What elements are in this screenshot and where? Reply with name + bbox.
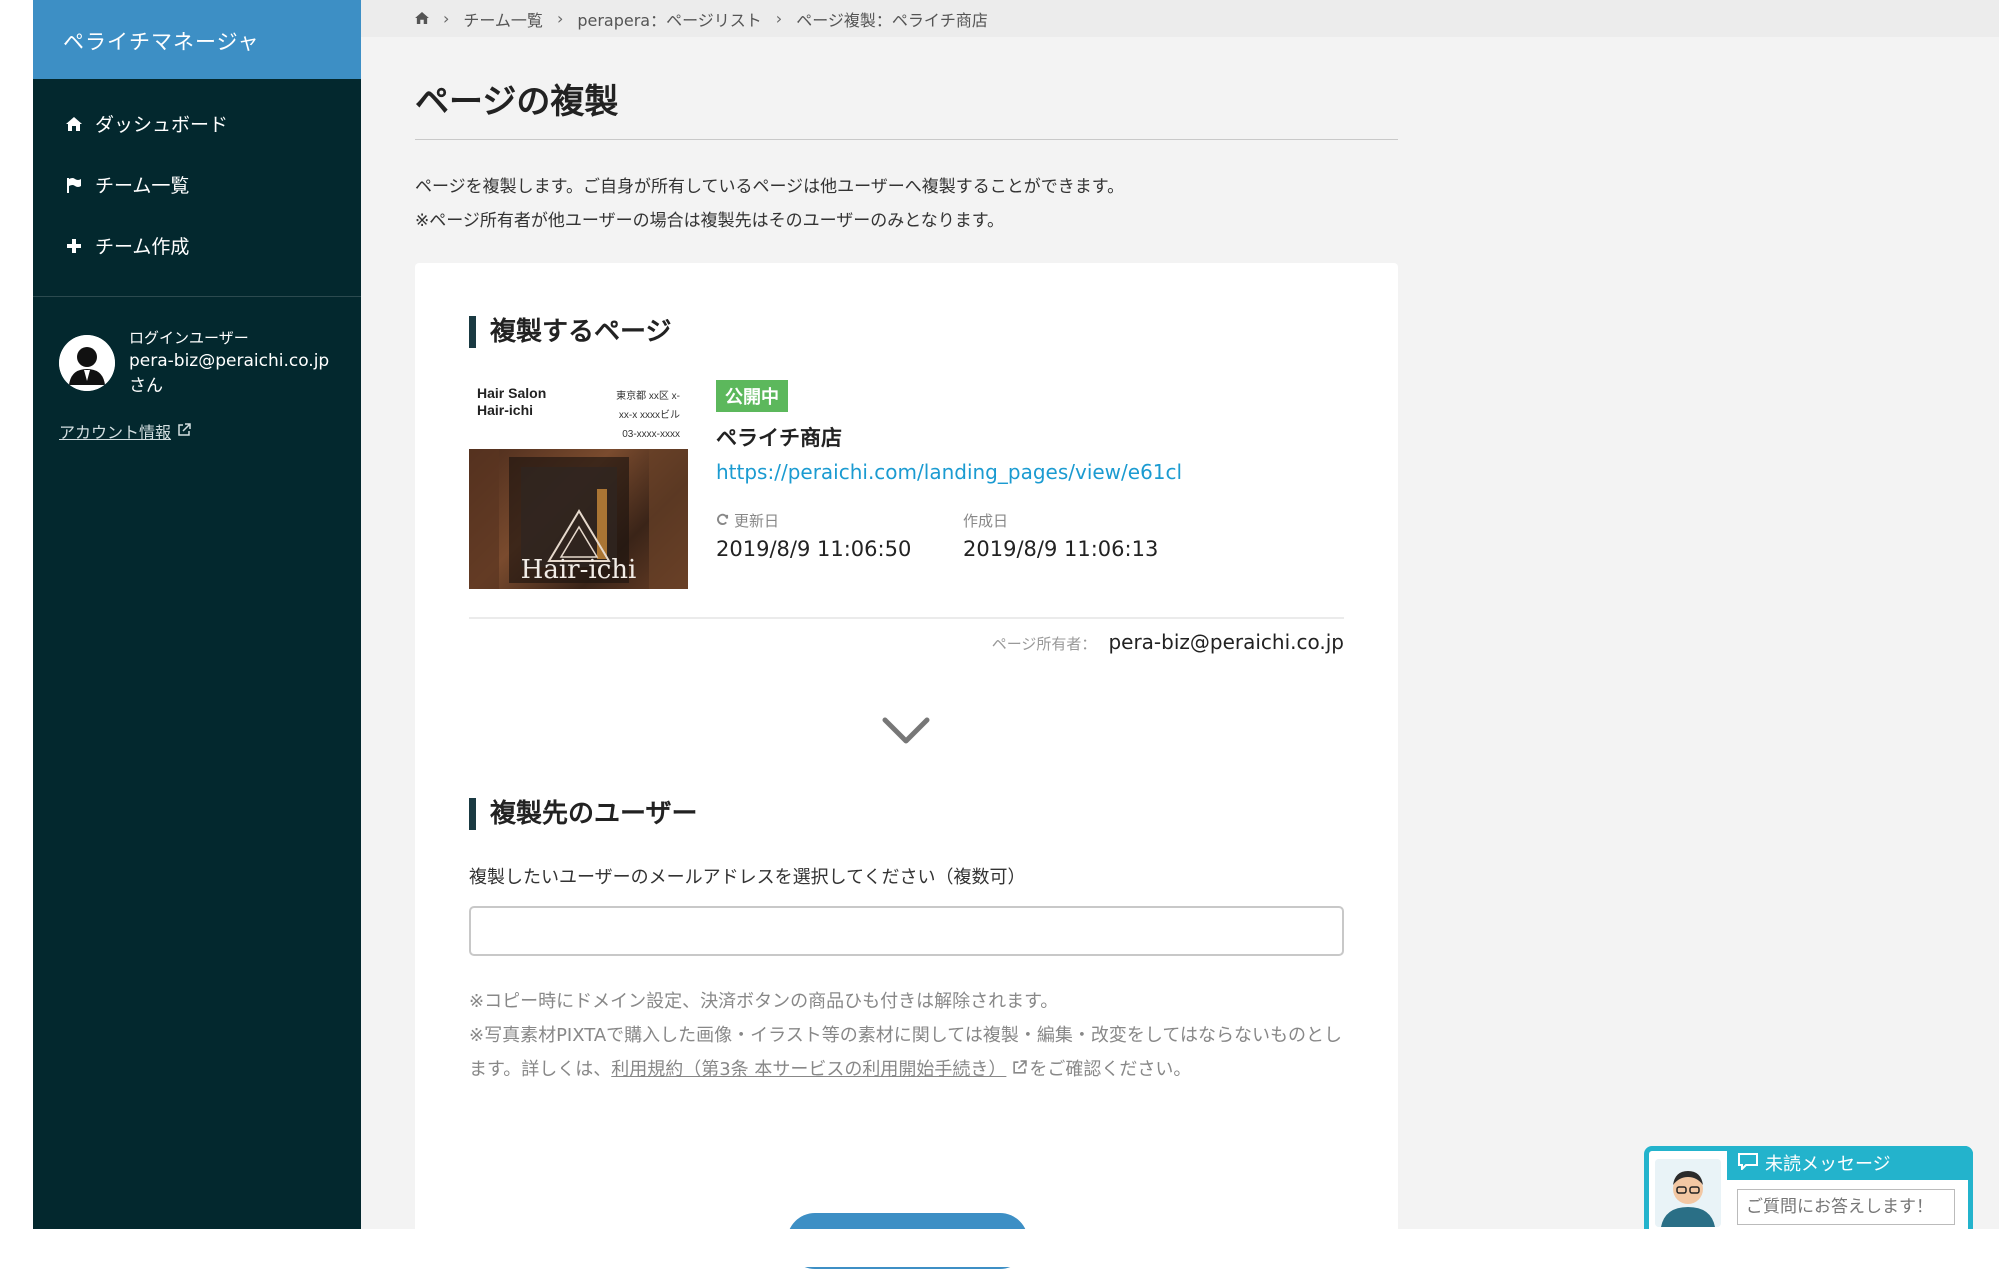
note-line: ※写真素材PIXTAで購入した画像・イラスト等の素材に関しては複製・編集・改変を…	[469, 1019, 1344, 1087]
thumbnail-header: Hair Salon Hair-ichi 東京都 xx区 x- xx-x xxx…	[469, 377, 688, 449]
chat-title: 未読メッセージ	[1765, 1154, 1891, 1175]
chevron-right-icon: ›	[556, 9, 564, 28]
note-text: をご確認ください。	[1029, 1059, 1192, 1080]
breadcrumb-item-current: ページ複製：ペライチ商店	[796, 10, 988, 30]
chat-header[interactable]: 未読メッセージ	[1727, 1146, 1973, 1180]
created-value: 2019/8/9 11:06:13	[963, 537, 1159, 561]
user-info: ログインユーザー pera-biz@peraichi.co.jp さん	[129, 327, 361, 399]
avatar	[59, 335, 115, 391]
note-line: ※コピー時にドメイン設定、決済ボタンの商品ひも付きは解除されます。	[469, 991, 1059, 1012]
chat-widget[interactable]: 未読メッセージ	[1644, 1146, 1973, 1229]
user-caption: ログインユーザー	[129, 329, 249, 347]
breadcrumb-item-page-list[interactable]: perapera：ページリスト	[577, 7, 761, 31]
thumbnail-salon-name: Hair Salon Hair-ichi	[477, 385, 546, 419]
thumbnail-text: xx-x xxxxビル	[618, 410, 680, 421]
owner-label: ページ所有者：	[991, 635, 1097, 653]
chat-input[interactable]	[1737, 1189, 1955, 1225]
account-info-link[interactable]: アカウント情報	[59, 419, 191, 443]
sidebar-item-label: チーム作成	[95, 236, 190, 258]
thumbnail-text: 東京都 xx区 x-	[616, 391, 680, 402]
dest-section-title: 複製先のユーザー	[469, 798, 697, 830]
notes: ※コピー時にドメイン設定、決済ボタンの商品ひも付きは解除されます。 ※写真素材P…	[469, 985, 1344, 1087]
thumbnail-photo: Hair-ichi	[469, 449, 688, 589]
created-label: 作成日	[963, 512, 1009, 530]
thumbnail-logo: Hair-ichi	[520, 555, 637, 585]
user-suffix: さん	[129, 376, 163, 396]
home-icon[interactable]	[415, 9, 429, 28]
thumbnail-address: 東京都 xx区 x- xx-x xxxxビル 03-xxxx-xxxx	[616, 387, 680, 444]
thumbnail-text: Hair Salon	[477, 385, 547, 401]
description-line: ページを複製します。ご自身が所有しているページは他ユーザーへ複製することができま…	[415, 177, 1125, 197]
app-root: ペライチマネージャ ダッシュボード チーム一覧 チーム作成 ログインユーザー p…	[0, 0, 1999, 1269]
updated-value: 2019/8/9 11:06:50	[716, 537, 912, 561]
description-line: ※ページ所有者が他ユーザーの場合は複製先はそのユーザーのみとなります。	[415, 211, 1005, 231]
home-icon	[63, 116, 85, 131]
page-thumbnail[interactable]: Hair Salon Hair-ichi 東京都 xx区 x- xx-x xxx…	[469, 377, 688, 589]
sidebar-item-teams[interactable]: チーム一覧	[33, 154, 361, 215]
breadcrumb-item-teams[interactable]: チーム一覧	[463, 7, 543, 31]
sidebar: ペライチマネージャ ダッシュボード チーム一覧 チーム作成 ログインユーザー p…	[33, 0, 361, 1229]
thumbnail-text: 03-xxxx-xxxx	[622, 429, 680, 440]
updated-label: 更新日	[716, 510, 779, 531]
chevron-right-icon: ›	[775, 9, 783, 28]
duplicate-card: 複製するページ Hair Salon Hair-ichi 東京都 xx区 x- …	[415, 263, 1398, 1269]
terms-link[interactable]: 利用規約（第3条 本サービスの利用開始手続き）	[611, 1059, 1006, 1080]
external-link-icon	[177, 422, 191, 441]
status-badge: 公開中	[716, 380, 788, 412]
sidebar-item-create-team[interactable]: チーム作成	[33, 215, 361, 276]
chevron-down-icon	[882, 717, 930, 749]
sidebar-item-label: ダッシュボード	[95, 114, 229, 136]
sidebar-nav: ダッシュボード チーム一覧 チーム作成	[33, 79, 361, 297]
flag-icon	[63, 177, 85, 193]
support-avatar	[1655, 1159, 1721, 1227]
page-owner: ページ所有者： pera-biz@peraichi.co.jp	[992, 630, 1344, 654]
email-field-label: 複製したいユーザーのメールアドレスを選択してください（複数可）	[469, 867, 1026, 888]
owner-value: pera-biz@peraichi.co.jp	[1108, 630, 1344, 654]
email-select-input[interactable]	[469, 906, 1344, 956]
refresh-icon	[716, 512, 729, 530]
breadcrumb: › チーム一覧 › perapera：ページリスト › ページ複製：ペライチ商店	[361, 0, 1999, 37]
user-email: pera-biz@peraichi.co.jp	[129, 351, 330, 371]
chevron-right-icon: ›	[443, 9, 450, 28]
page-url-link[interactable]: https://peraichi.com/landing_pages/view/…	[716, 460, 1182, 484]
brand-title[interactable]: ペライチマネージャ	[33, 0, 361, 79]
external-link-icon	[1012, 1053, 1028, 1087]
thumbnail-text: Hair-ichi	[477, 402, 534, 418]
user-panel: ログインユーザー pera-biz@peraichi.co.jp さん アカウン…	[33, 297, 361, 443]
source-section-title: 複製するページ	[469, 316, 671, 348]
main-content: ページの複製 ページを複製します。ご自身が所有しているページは他ユーザーへ複製す…	[415, 37, 1398, 1269]
divider	[469, 617, 1344, 619]
updated-label-text: 更新日	[734, 512, 780, 530]
sidebar-item-label: チーム一覧	[95, 175, 190, 197]
chat-bubble-icon	[1737, 1152, 1759, 1175]
page-bottom-area	[0, 1229, 1999, 1267]
plus-icon	[63, 238, 85, 253]
page-description: ページを複製します。ご自身が所有しているページは他ユーザーへ複製することができま…	[415, 170, 1398, 238]
page-title: ページの複製	[415, 37, 1398, 140]
sidebar-item-dashboard[interactable]: ダッシュボード	[33, 93, 361, 154]
account-info-label: アカウント情報	[59, 423, 172, 442]
page-name: ペライチ商店	[716, 426, 842, 450]
